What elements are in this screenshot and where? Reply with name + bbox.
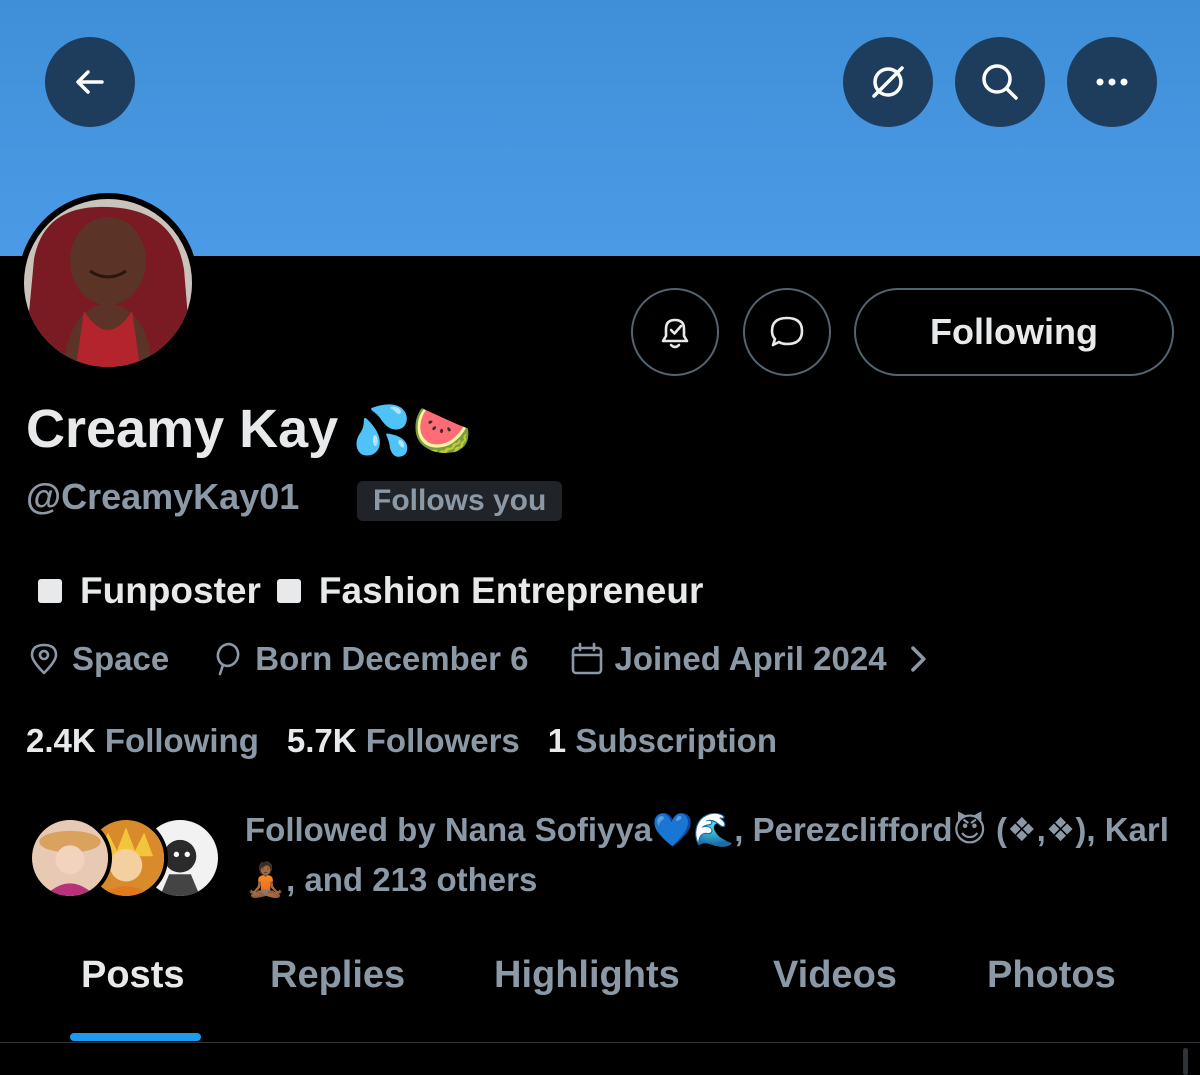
chat-bubble-icon bbox=[770, 316, 804, 347]
bio-item-funposter: Funposter bbox=[80, 570, 261, 611]
followers-stat[interactable]: 5.7K Followers bbox=[287, 722, 520, 760]
location-pin-icon bbox=[30, 643, 58, 675]
ellipsis-icon bbox=[1096, 78, 1128, 86]
subscription-label: Subscription bbox=[575, 722, 777, 759]
grok-icon bbox=[872, 66, 904, 98]
location-item: Space bbox=[26, 640, 169, 678]
tab-replies[interactable]: Replies bbox=[270, 954, 405, 997]
profile-avatar[interactable] bbox=[18, 193, 198, 373]
following-button[interactable]: Following bbox=[854, 288, 1174, 376]
square-bullet-icon bbox=[276, 579, 301, 603]
search-icon bbox=[982, 64, 1018, 100]
follows-you-badge: Follows you bbox=[357, 481, 563, 521]
message-button[interactable] bbox=[743, 288, 831, 376]
scrollbar[interactable] bbox=[1183, 1048, 1188, 1075]
search-button[interactable] bbox=[955, 37, 1045, 127]
bio-item-fashion: Fashion Entrepreneur bbox=[318, 570, 704, 611]
profile-banner[interactable] bbox=[0, 0, 1200, 256]
joined-text: Joined April 2024 bbox=[614, 640, 887, 677]
active-tab-indicator bbox=[70, 1033, 201, 1041]
more-button[interactable] bbox=[1067, 37, 1157, 127]
follower-avatar[interactable] bbox=[28, 816, 112, 900]
joined-item[interactable]: Joined April 2024 bbox=[569, 640, 947, 678]
square-bullet-icon bbox=[38, 579, 62, 603]
tab-videos[interactable]: Videos bbox=[773, 954, 897, 997]
following-stat[interactable]: 2.4K Following bbox=[26, 722, 259, 760]
followers-label: Followers bbox=[365, 722, 520, 759]
chevron-right-icon bbox=[910, 646, 926, 672]
followers-count: 5.7K bbox=[286, 722, 357, 759]
tab-photos[interactable]: Photos bbox=[987, 954, 1116, 997]
tabs-divider bbox=[0, 1042, 1200, 1043]
bell-check-icon bbox=[661, 318, 689, 349]
following-label: Following bbox=[104, 722, 259, 759]
location-text: Space bbox=[72, 640, 170, 677]
subscription-stat[interactable]: 1 Subscription bbox=[548, 722, 777, 760]
profile-stats: 2.4K Following 5.7K Followers 1 Subscrip… bbox=[26, 722, 805, 760]
birthday-item: Born December 6 bbox=[209, 640, 529, 678]
grok-button[interactable] bbox=[843, 37, 933, 127]
profile-bio: Funposter Fashion Entrepreneur bbox=[38, 570, 719, 612]
balloon-icon bbox=[216, 642, 240, 676]
profile-tabs: Posts Replies Highlights Videos Photos bbox=[0, 930, 1200, 1042]
born-text: Born December 6 bbox=[255, 640, 529, 677]
name-emojis: 💦🍉 bbox=[352, 405, 472, 458]
back-button[interactable] bbox=[45, 37, 135, 127]
tab-highlights[interactable]: Highlights bbox=[494, 954, 680, 997]
tab-posts[interactable]: Posts bbox=[81, 954, 184, 997]
profile-meta: Space Born December 6 Joined April 2024 bbox=[26, 640, 947, 678]
following-count: 2.4K bbox=[26, 722, 96, 759]
calendar-icon bbox=[571, 642, 602, 675]
arrow-left-icon bbox=[76, 70, 104, 94]
subscription-count: 1 bbox=[547, 722, 567, 759]
avatar-photo bbox=[24, 199, 192, 367]
followed-by-text[interactable]: Followed by Nana Sofiyya💙🌊, Perezcliffor… bbox=[245, 805, 1175, 905]
profile-name: Creamy Kay 💦🍉 bbox=[26, 398, 472, 460]
notifications-button[interactable] bbox=[631, 288, 719, 376]
profile-name-text: Creamy Kay bbox=[26, 399, 339, 459]
profile-handle: @CreamyKay01 bbox=[26, 476, 300, 517]
